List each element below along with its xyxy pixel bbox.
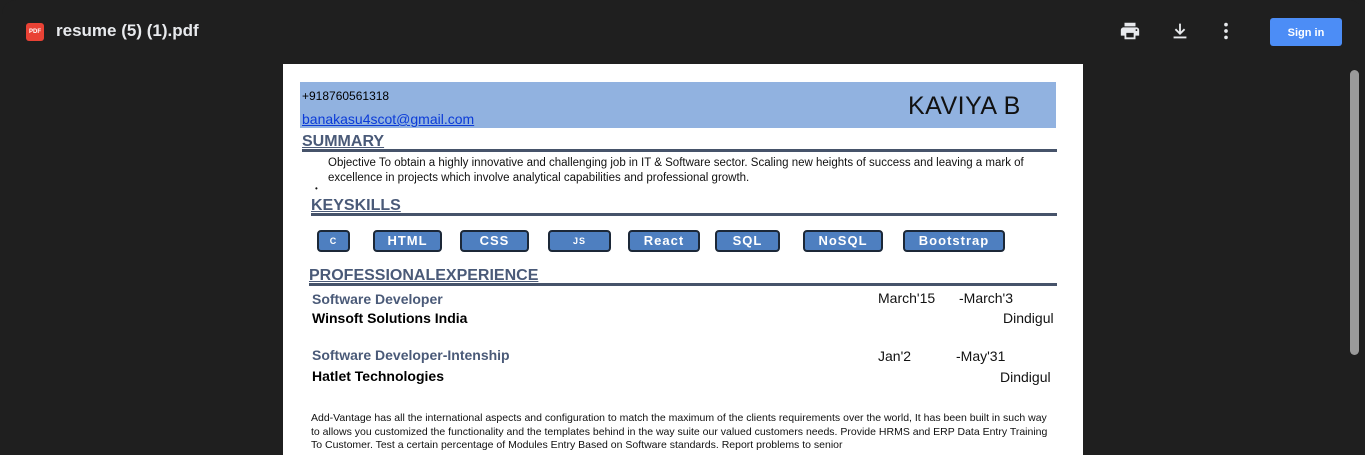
keyskills-divider <box>311 213 1057 216</box>
experience-description: Add-Vantage has all the international as… <box>311 412 1048 451</box>
job-title: Software Developer <box>312 291 443 307</box>
skill-chip: Bootstrap <box>903 230 1005 252</box>
resume-header: +918760561318 banakasu4scot@gmail.com KA… <box>300 82 1056 128</box>
skill-chip: C <box>317 230 350 252</box>
skill-chip: CSS <box>460 230 529 252</box>
skill-chip: SQL <box>715 230 780 252</box>
skill-chip: JS <box>548 230 611 252</box>
email-link[interactable]: banakasu4scot@gmail.com <box>302 111 474 127</box>
document-title: resume (5) (1).pdf <box>56 21 199 40</box>
company-name: Winsoft Solutions India <box>312 310 468 326</box>
phone-number: +918760561318 <box>302 89 390 103</box>
download-icon[interactable] <box>1169 20 1191 42</box>
experience-divider <box>309 283 1057 286</box>
job-start-date: March'15 <box>878 290 936 306</box>
print-icon[interactable] <box>1119 20 1141 42</box>
job-location: Dindigul <box>1000 369 1051 385</box>
bullet-marker: • <box>315 184 318 193</box>
viewer-toolbar: PDF resume (5) (1).pdf Sign in <box>0 0 1365 62</box>
skill-chip: NoSQL <box>803 230 883 252</box>
job-end-date: -March'3 <box>959 290 1014 306</box>
skill-chip: React <box>628 230 700 252</box>
sign-in-button[interactable]: Sign in <box>1270 18 1342 46</box>
scrollbar-thumb[interactable] <box>1350 70 1359 355</box>
candidate-name: KAVIYA B <box>908 92 1021 120</box>
more-options-icon[interactable] <box>1215 20 1237 42</box>
job-title: Software Developer-Intenship <box>312 347 510 363</box>
job-location: Dindigul <box>1003 310 1054 326</box>
pdf-page: +918760561318 banakasu4scot@gmail.com KA… <box>283 64 1083 455</box>
pdf-file-icon: PDF <box>26 23 44 41</box>
summary-text: Objective To obtain a highly innovative … <box>328 157 1024 184</box>
job-end-date: -May'31 <box>956 348 1006 364</box>
summary-divider <box>302 149 1057 152</box>
company-name: Hatlet Technologies <box>312 368 444 384</box>
job-start-date: Jan'2 <box>878 348 912 364</box>
skill-chip: HTML <box>373 230 442 252</box>
skills-list: C HTML CSS JS React SQL NoSQL Bootstrap <box>317 230 1057 256</box>
